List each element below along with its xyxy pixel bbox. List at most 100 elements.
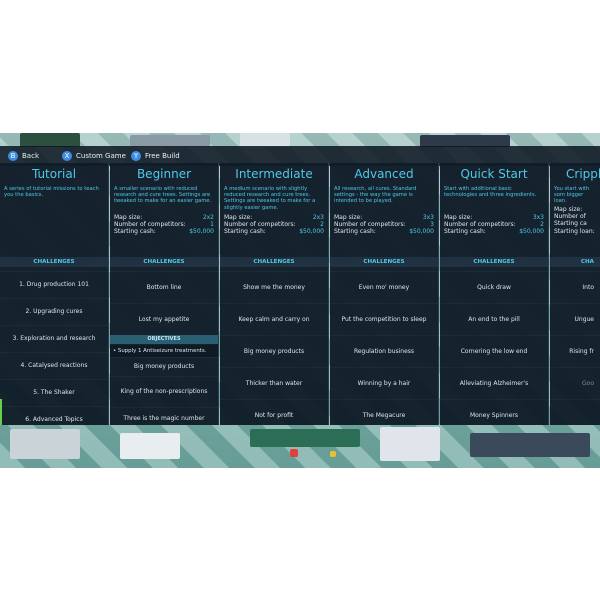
challenge-item[interactable]: 4. Catalysed reactions xyxy=(0,352,108,379)
stat-value: 3x3 xyxy=(532,214,544,221)
column-title: Quick Start xyxy=(460,167,528,181)
stat-label: Starting cash: xyxy=(224,228,266,236)
challenge-item[interactable]: Big money products xyxy=(110,357,218,376)
stat-label: Number of xyxy=(554,213,586,221)
stat-label: Starting cash: xyxy=(114,228,156,236)
stat-label: Number of competitors: xyxy=(334,221,406,229)
stat-label: Map size: xyxy=(224,214,253,221)
challenge-item[interactable]: Even mo' money xyxy=(330,271,438,303)
machine-decor xyxy=(380,427,440,461)
objective-text: Supply 1 Antiseizure treatments. xyxy=(117,348,207,354)
challenge-item[interactable]: Into xyxy=(550,271,600,303)
challenge-item[interactable]: King of the non-prescriptions xyxy=(110,376,218,407)
challenges-header: CHALLENGES xyxy=(220,257,328,267)
stat-label: Number of competitors: xyxy=(444,221,516,229)
scenario-stats: Map size: 3x3 Number of competitors: 3 Sta… xyxy=(330,214,438,236)
machine-decor xyxy=(20,133,80,147)
stat-value: $50,000 xyxy=(189,228,214,236)
column-quick-start[interactable]: Quick Start Start with additional basic … xyxy=(440,163,549,425)
stat-label: Starting ca xyxy=(554,220,587,228)
column-title: Intermediate xyxy=(235,167,313,181)
stat-label: Map size: xyxy=(444,214,473,221)
challenges-header: CHALLENGES xyxy=(330,257,438,267)
column-description: All research, all cures. Standard settin… xyxy=(334,186,417,205)
stat-value: 2x3 xyxy=(312,214,324,221)
stat-value: 2 xyxy=(320,221,324,229)
challenge-item[interactable]: The Megacure xyxy=(330,399,438,425)
column-description: A medium scenario with slightly reduced … xyxy=(224,186,316,211)
controller-b-icon: B xyxy=(8,151,18,161)
stat-value: 3x3 xyxy=(422,214,434,221)
game-screen: B Back X Custom Game Y Free Build Tutori… xyxy=(0,133,600,468)
challenges-header: CHALLENGES xyxy=(440,257,548,267)
scenario-stats: Map size: 3x3 Number of competitors: 2 Sta… xyxy=(440,214,548,236)
challenge-item[interactable]: An end to the pill xyxy=(440,303,548,335)
challenge-item[interactable]: Goo xyxy=(550,367,600,399)
challenges-header: CHALLENGES xyxy=(110,257,218,267)
machine-decor xyxy=(250,429,360,447)
machine-decor xyxy=(10,429,80,459)
challenge-item[interactable]: Cornering the low end xyxy=(440,335,548,367)
controller-y-icon: Y xyxy=(131,151,141,161)
challenge-item[interactable]: Regulation business xyxy=(330,335,438,367)
column-advanced[interactable]: Advanced All research, all cures. Standa… xyxy=(330,163,439,425)
challenge-item[interactable]: Bottom line xyxy=(110,271,218,303)
challenge-item[interactable]: Big money products xyxy=(220,335,328,367)
challenge-item[interactable]: Not for profit xyxy=(220,399,328,425)
column-title: Beginner xyxy=(136,167,192,181)
column-description: A smaller scenario with reduced research… xyxy=(114,186,212,205)
column-description: You start with som bigger loan. xyxy=(554,186,590,205)
challenge-item[interactable]: Put the competition to sleep xyxy=(330,303,438,335)
machine-decor xyxy=(470,433,590,457)
machine-decor xyxy=(290,449,298,457)
stat-value: $50,000 xyxy=(519,228,544,236)
challenge-item[interactable]: Thicker than water xyxy=(220,367,328,399)
stat-label: Number of competitors: xyxy=(224,221,296,229)
challenge-item[interactable]: Three is the magic number xyxy=(110,407,218,425)
stat-value: 1 xyxy=(210,221,214,229)
challenge-item[interactable]: 2. Upgrading cures xyxy=(0,298,108,325)
stat-value: $50,000 xyxy=(299,228,324,236)
controller-x-icon: X xyxy=(62,151,72,161)
column-tutorial[interactable]: Tutorial A series of tutorial missions t… xyxy=(0,163,109,425)
stat-value: $50,000 xyxy=(409,228,434,236)
custom-game-label: Custom Game xyxy=(76,152,126,160)
challenge-item[interactable]: Alleviating Alzheimer's xyxy=(440,367,548,399)
stat-value: 3 xyxy=(430,221,434,229)
challenge-item[interactable] xyxy=(550,399,600,425)
challenge-item[interactable]: Show me the money xyxy=(220,271,328,303)
challenge-item[interactable]: 3. Exploration and research xyxy=(0,325,108,352)
column-beginner[interactable]: Beginner A smaller scenario with reduced… xyxy=(110,163,219,425)
column-title: Tutorial xyxy=(31,167,77,181)
column-description: A series of tutorial missions to teach y… xyxy=(4,186,99,199)
challenge-item[interactable]: Quick draw xyxy=(440,271,548,303)
back-label: Back xyxy=(22,152,39,160)
scenario-columns: Tutorial A series of tutorial missions t… xyxy=(0,163,600,425)
column-description: Start with additional basic technologies… xyxy=(444,186,537,199)
stat-label: Map size: xyxy=(554,206,583,213)
scenario-stats: Map size: Number of Starting ca Starting… xyxy=(550,206,600,235)
free-build-button[interactable]: Y Free Build xyxy=(131,148,180,164)
free-build-label: Free Build xyxy=(145,152,180,160)
challenge-item[interactable]: Ungue xyxy=(550,303,600,335)
stat-label: Starting loan: xyxy=(554,227,595,235)
challenge-item[interactable]: Keep calm and carry on xyxy=(220,303,328,335)
challenge-item[interactable]: 5. The Shaker xyxy=(0,379,108,406)
challenge-item[interactable]: Money Spinners xyxy=(440,399,548,425)
column-title: Crippl xyxy=(566,167,600,181)
back-button[interactable]: B Back xyxy=(8,148,39,164)
challenge-item[interactable]: Rising fr xyxy=(550,335,600,367)
stat-label: Starting cash: xyxy=(444,228,486,236)
machine-decor xyxy=(120,433,180,459)
custom-game-button[interactable]: X Custom Game xyxy=(62,148,126,164)
challenge-item[interactable]: Lost my appetite xyxy=(110,303,218,335)
stat-label: Map size: xyxy=(334,214,363,221)
challenge-item[interactable]: Winning by a hair xyxy=(330,367,438,399)
machine-decor xyxy=(240,133,290,147)
challenge-item[interactable]: 6. Advanced Topics xyxy=(0,406,108,425)
column-crippled[interactable]: Crippl You start with som bigger loan. M… xyxy=(550,163,600,425)
scenario-stats: Map size: 2x2 Number of competitors: 1 Sta… xyxy=(110,214,218,236)
column-intermediate[interactable]: Intermediate A medium scenario with slig… xyxy=(220,163,329,425)
column-title: Advanced xyxy=(354,167,414,181)
challenge-item[interactable]: 1. Drug production 101 xyxy=(0,271,108,298)
